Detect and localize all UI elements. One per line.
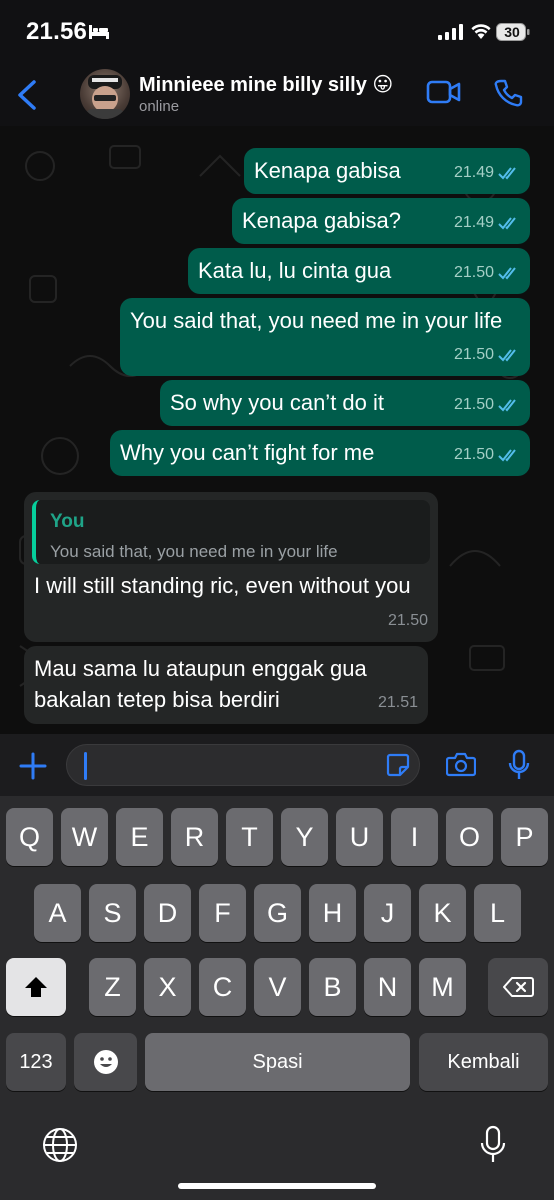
key-i[interactable]: I	[391, 808, 438, 866]
avatar-image	[86, 75, 124, 119]
message-time: 21.50	[387, 612, 428, 629]
backspace-key[interactable]	[488, 958, 548, 1016]
backspace-icon	[503, 977, 534, 997]
battery-level: 30	[504, 24, 520, 40]
key-j[interactable]: J	[364, 884, 411, 942]
numbers-key[interactable]: 123	[6, 1033, 66, 1091]
message-bubble-outgoing[interactable]: You said that, you need me in your life …	[120, 298, 530, 376]
message-text: I will still standing ric, even without …	[34, 573, 411, 598]
double-check-icon	[498, 166, 516, 179]
quoted-reply-author: You	[50, 511, 85, 532]
contact-status: online	[139, 98, 180, 115]
key-o[interactable]: O	[446, 808, 493, 866]
key-c[interactable]: C	[199, 958, 246, 1016]
message-meta: 21.50	[454, 389, 520, 420]
quoted-reply[interactable]: You You said that, you need me in your l…	[32, 500, 430, 564]
globe-icon[interactable]	[42, 1127, 78, 1163]
key-v[interactable]: V	[254, 958, 301, 1016]
key-a[interactable]: A	[34, 884, 81, 942]
double-check-icon	[498, 398, 516, 411]
key-b[interactable]: B	[309, 958, 356, 1016]
double-check-icon	[498, 266, 516, 279]
message-bubble-incoming[interactable]: You You said that, you need me in your l…	[24, 492, 438, 642]
message-meta: 21.50	[454, 257, 520, 288]
message-time: 21.49	[453, 164, 494, 181]
home-indicator	[178, 1183, 376, 1189]
wifi-icon	[471, 24, 491, 39]
key-k[interactable]: K	[419, 884, 466, 942]
message-meta: 21.49	[454, 157, 520, 188]
message-bubble-incoming[interactable]: Mau sama lu ataupun enggak gua bakalan t…	[24, 646, 428, 724]
emoji-icon	[93, 1050, 118, 1074]
key-u[interactable]: U	[336, 808, 383, 866]
return-key[interactable]: Kembali	[419, 1033, 548, 1091]
avatar[interactable]	[80, 69, 130, 119]
sticker-icon[interactable]	[386, 753, 410, 777]
message-bubble-outgoing[interactable]: Kenapa gabisa? 21.49	[232, 198, 530, 244]
key-w[interactable]: W	[61, 808, 108, 866]
signal-icon	[438, 24, 463, 40]
key-x[interactable]: X	[144, 958, 191, 1016]
contact-name[interactable]: Minnieee mine billy silly 😛	[139, 72, 393, 97]
message-meta: 21.50	[454, 339, 520, 370]
key-l[interactable]: L	[474, 884, 521, 942]
message-meta: 21.50	[388, 605, 428, 636]
message-meta: 21.51	[378, 687, 418, 718]
key-g[interactable]: G	[254, 884, 301, 942]
message-bubble-outgoing[interactable]: So why you can’t do it 21.50	[160, 380, 530, 426]
key-m[interactable]: M	[419, 958, 466, 1016]
message-bubble-outgoing[interactable]: Why you can’t fight for me 21.50	[110, 430, 530, 476]
key-d[interactable]: D	[144, 884, 191, 942]
key-r[interactable]: R	[171, 808, 218, 866]
double-check-icon	[498, 448, 516, 461]
key-q[interactable]: Q	[6, 808, 53, 866]
message-time: 21.50	[453, 446, 494, 463]
text-cursor	[84, 752, 87, 780]
key-e[interactable]: E	[116, 808, 163, 866]
message-bubble-outgoing[interactable]: Kata lu, lu cinta gua 21.50	[188, 248, 530, 294]
message-meta: 21.49	[454, 207, 520, 238]
chat-area[interactable]: Kenapa gabisa 21.49 Kenapa gabisa? 21.49…	[0, 126, 554, 734]
message-time: 21.50	[453, 264, 494, 281]
message-text: Mau sama lu ataupun enggak gua bakalan t…	[34, 656, 367, 712]
key-h[interactable]: H	[309, 884, 356, 942]
camera-icon[interactable]	[446, 751, 476, 777]
key-s[interactable]: S	[89, 884, 136, 942]
plus-icon[interactable]	[18, 751, 48, 781]
message-time: 21.50	[453, 346, 494, 363]
shift-icon	[25, 977, 47, 997]
message-time: 21.51	[377, 694, 418, 711]
key-n[interactable]: N	[364, 958, 411, 1016]
message-time: 21.50	[453, 396, 494, 413]
message-input[interactable]	[66, 744, 420, 786]
phone-icon[interactable]	[493, 78, 523, 108]
double-check-icon	[498, 216, 516, 229]
message-bubble-outgoing[interactable]: Kenapa gabisa 21.49	[244, 148, 530, 194]
microphone-icon[interactable]	[508, 749, 530, 781]
key-z[interactable]: Z	[89, 958, 136, 1016]
emoji-key[interactable]	[74, 1033, 137, 1091]
message-meta: 21.50	[454, 439, 520, 470]
message-time: 21.49	[453, 214, 494, 231]
key-y[interactable]: Y	[281, 808, 328, 866]
back-arrow-icon[interactable]	[14, 76, 40, 114]
double-check-icon	[498, 348, 516, 361]
space-key[interactable]: Spasi	[145, 1033, 410, 1091]
key-p[interactable]: P	[501, 808, 548, 866]
key-t[interactable]: T	[226, 808, 273, 866]
bed-icon	[89, 25, 109, 39]
dictation-icon[interactable]	[480, 1125, 506, 1165]
shift-key[interactable]	[6, 958, 66, 1016]
message-text: You said that, you need me in your life	[130, 308, 503, 333]
video-call-icon[interactable]	[426, 79, 462, 105]
key-f[interactable]: F	[199, 884, 246, 942]
status-time: 21.56	[26, 18, 88, 45]
quoted-reply-text: You said that, you need me in your life	[50, 542, 338, 561]
